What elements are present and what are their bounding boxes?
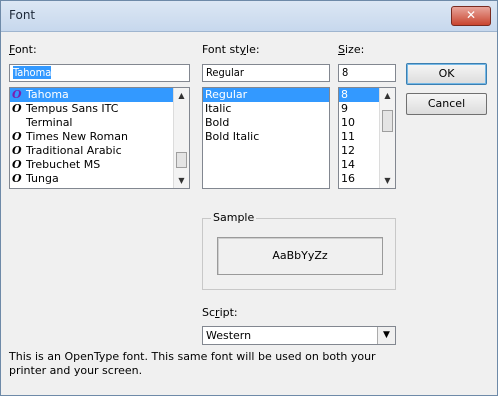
close-button[interactable]: ✕	[451, 6, 491, 26]
font-label: Font:	[9, 43, 37, 56]
font-list-item[interactable]: Terminal	[10, 116, 189, 130]
title-bar[interactable]: Font ✕	[1, 1, 497, 32]
opentype-icon: O	[12, 130, 22, 143]
ok-button[interactable]: OK	[406, 63, 487, 85]
size-label: Size:	[338, 43, 365, 56]
opentype-icon: O	[12, 172, 22, 185]
font-style-item[interactable]: Italic	[203, 102, 329, 116]
font-list-item-label: Tempus Sans ITC	[26, 102, 119, 115]
sample-preview: AaBbYyZz	[217, 237, 383, 275]
font-name-input[interactable]: Tahoma	[9, 64, 190, 82]
font-list-item-label: Times New Roman	[26, 130, 128, 143]
dialog-body: Font: Tahoma O Tahoma O Tempus Sans ITC Term…	[1, 32, 497, 395]
scroll-up-icon[interactable]: ▲	[380, 88, 395, 103]
close-icon: ✕	[465, 8, 477, 22]
font-style-label: Font style:	[202, 43, 260, 56]
scroll-thumb[interactable]	[382, 110, 393, 132]
opentype-icon: O	[12, 88, 22, 101]
sample-title: Sample	[211, 211, 257, 224]
font-style-item[interactable]: Regular	[203, 88, 329, 102]
size-input[interactable]: 8	[338, 64, 396, 82]
font-style-input[interactable]: Regular	[202, 64, 330, 82]
font-list-item[interactable]: O Tempus Sans ITC	[10, 102, 189, 116]
size-list[interactable]: 8 9 10 11 12 14 16 ▲ ▼	[338, 87, 396, 189]
font-style-item[interactable]: Bold	[203, 116, 329, 130]
font-info-text: This is an OpenType font. This same font…	[9, 350, 376, 377]
opentype-icon: O	[12, 102, 22, 115]
window-title: Font	[9, 8, 36, 22]
scroll-thumb[interactable]	[176, 152, 187, 168]
font-name-list[interactable]: O Tahoma O Tempus Sans ITC Terminal O Times Ne…	[9, 87, 190, 189]
script-label: Script:	[202, 306, 238, 319]
opentype-icon: O	[12, 158, 22, 171]
font-list-item[interactable]: O Traditional Arabic	[10, 144, 189, 158]
font-list-item-label: Tahoma	[26, 88, 69, 101]
scroll-up-icon[interactable]: ▲	[174, 88, 189, 103]
script-select[interactable]: Western ▼	[202, 326, 396, 345]
font-list-item[interactable]: O Tunga	[10, 172, 189, 186]
size-list-scrollbar[interactable]: ▲ ▼	[379, 88, 395, 188]
font-list-item[interactable]: O Tahoma	[10, 88, 189, 102]
font-list-item[interactable]: O Times New Roman	[10, 130, 189, 144]
font-style-list[interactable]: Regular Italic Bold Bold Italic	[202, 87, 330, 189]
font-list-scrollbar[interactable]: ▲ ▼	[173, 88, 189, 188]
font-list-item-label: Trebuchet MS	[26, 158, 101, 171]
scroll-down-icon[interactable]: ▼	[380, 173, 395, 188]
font-style-item[interactable]: Bold Italic	[203, 130, 329, 144]
font-list-item[interactable]: O Trebuchet MS	[10, 158, 189, 172]
font-list-item-label: Tunga	[26, 172, 59, 185]
cancel-button[interactable]: Cancel	[406, 93, 487, 115]
font-list-item-label: Traditional Arabic	[26, 144, 122, 157]
font-dialog: Font ✕ Font: Tahoma O Tahoma O Tempus Sans …	[0, 0, 498, 396]
font-list-item-label: Terminal	[26, 116, 73, 129]
scroll-down-icon[interactable]: ▼	[174, 173, 189, 188]
chevron-down-icon[interactable]: ▼	[377, 327, 395, 344]
sample-group: Sample AaBbYyZz	[202, 211, 396, 290]
opentype-icon: O	[12, 144, 22, 157]
